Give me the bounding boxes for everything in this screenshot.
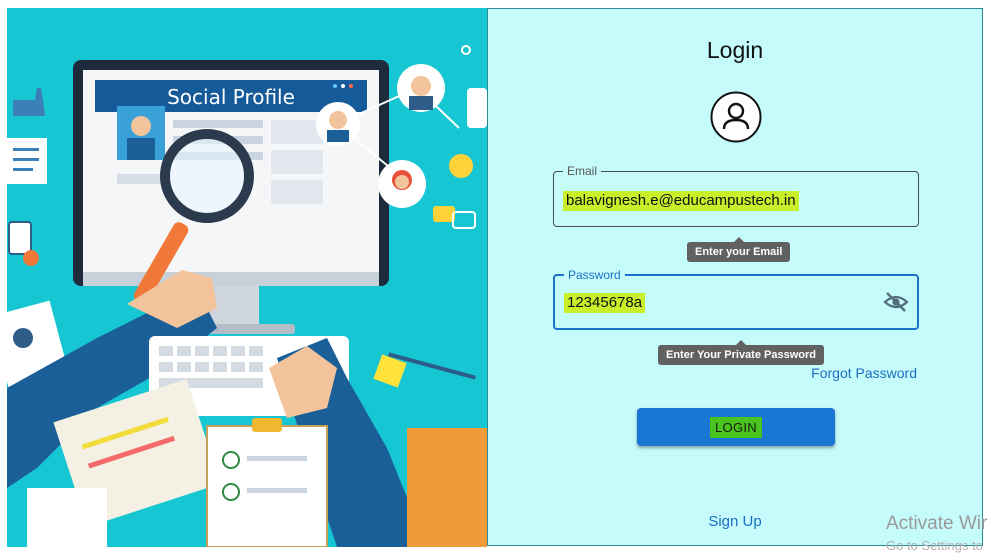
- password-label: Password: [564, 267, 625, 283]
- email-label: Email: [563, 163, 602, 179]
- login-panel: Login Email balavignesh.e@educampustech.…: [487, 8, 983, 546]
- password-input[interactable]: 12345678a: [564, 293, 646, 313]
- password-field[interactable]: Password 12345678a: [553, 267, 919, 330]
- social-profile-illustration: Social Profile: [7, 8, 487, 547]
- activate-windows-watermark: Activate Wir: [886, 513, 988, 534]
- user-avatar-icon: [710, 91, 762, 143]
- login-button[interactable]: LOGIN: [637, 408, 835, 446]
- smiley-icon: [449, 154, 473, 178]
- forgot-password-link[interactable]: Forgot Password: [811, 365, 917, 381]
- chat-bubble-icon: [467, 88, 487, 128]
- email-field[interactable]: Email balavignesh.e@educampustech.in: [553, 163, 919, 227]
- message-icon: [433, 206, 455, 222]
- email-tooltip: Enter your Email: [687, 237, 791, 262]
- illustration: Social Profile: [7, 8, 487, 547]
- login-button-label: LOGIN: [710, 416, 762, 438]
- document-icon: [7, 138, 47, 184]
- login-title: Login: [706, 37, 764, 63]
- activate-windows-hint: Go to Settings to: [886, 538, 983, 553]
- visibility-off-icon[interactable]: [883, 291, 909, 313]
- email-input[interactable]: balavignesh.e@educampustech.in: [563, 191, 799, 211]
- profile-title: Social Profile: [167, 85, 295, 109]
- password-tooltip: Enter Your Private Password: [658, 340, 824, 365]
